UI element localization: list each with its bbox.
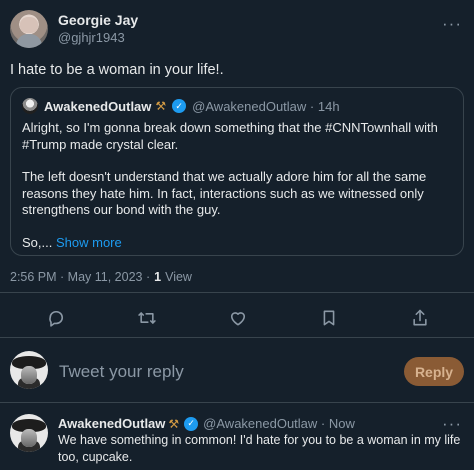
like-icon[interactable] [227,307,249,329]
retweet-icon[interactable] [136,307,158,329]
quoted-author-avatar[interactable] [22,98,38,114]
reply-button[interactable]: Reply [404,357,464,386]
reply-author-handle-time: @AwakenedOutlaw · Now [203,416,355,431]
quoted-truncated-prefix: So,... [22,234,53,250]
divider-bottom [0,402,474,403]
verified-badge-icon: ✓ [172,99,187,113]
more-options-icon[interactable]: ··· [442,14,462,34]
quoted-paragraph-1: Alright, so I'm gonna break down somethi… [22,120,438,152]
bookmark-icon[interactable] [318,307,340,329]
more-options-icon[interactable]: ··· [442,414,462,434]
quoted-author-handle-time: @AwakenedOutlaw · 14h [192,98,340,114]
tweet-timestamp[interactable]: 2:56 PM · May 11, 2023 · [10,270,150,284]
quoted-author-name[interactable]: AwakenedOutlaw [44,99,151,114]
reply-input[interactable]: Tweet your reply [59,362,184,382]
divider-middle [0,337,474,338]
quoted-truncated-line: So,... Show more [22,235,452,252]
reply-composer: Tweet your reply Reply [0,339,474,401]
divider-top [0,292,474,293]
tweet-detail-view: Georgie Jay @gjhjr1943 ··· I hate to be … [0,0,474,470]
reply-icon[interactable] [45,307,67,329]
quoted-tweet-body: Alright, so I'm gonna break down somethi… [22,120,452,251]
tweet-header: Georgie Jay @gjhjr1943 [10,10,138,48]
quoted-tweet-card[interactable]: AwakenedOutlaw ⚒ ✓ @AwakenedOutlaw · 14h… [10,87,464,256]
hammer-pick-emoji: ⚒ [155,99,167,113]
author-name-block: Georgie Jay @gjhjr1943 [58,12,138,45]
share-icon[interactable] [409,307,431,329]
author-avatar[interactable] [10,10,48,48]
author-display-name[interactable]: Georgie Jay [58,12,138,28]
hammer-pick-emoji: ⚒ [168,416,180,431]
show-more-link[interactable]: Show more [56,235,122,250]
author-handle[interactable]: @gjhjr1943 [58,30,138,46]
verified-badge-icon: ✓ [184,416,199,431]
quoted-paragraph-2: The left doesn't understand that we actu… [22,169,427,217]
tweet-action-bar [0,301,474,333]
reply-tweet[interactable]: AwakenedOutlaw ⚒ ✓ @AwakenedOutlaw · Now… [0,404,474,470]
reply-tweet-header: AwakenedOutlaw ⚒ ✓ @AwakenedOutlaw · Now [58,416,355,431]
tweet-timestamp-views: 2:56 PM · May 11, 2023 · 1 View [10,270,192,284]
tweet-text: I hate to be a woman in your life!. [10,62,224,78]
current-user-avatar[interactable] [10,351,48,389]
views-count: 1 [154,270,162,284]
reply-author-avatar[interactable] [10,414,48,452]
quoted-tweet-header: AwakenedOutlaw ⚒ ✓ @AwakenedOutlaw · 14h [22,97,452,115]
views-label: View [165,270,192,284]
reply-author-name[interactable]: AwakenedOutlaw [58,416,165,431]
reply-tweet-text: We have something in common! I'd hate fo… [58,433,461,464]
